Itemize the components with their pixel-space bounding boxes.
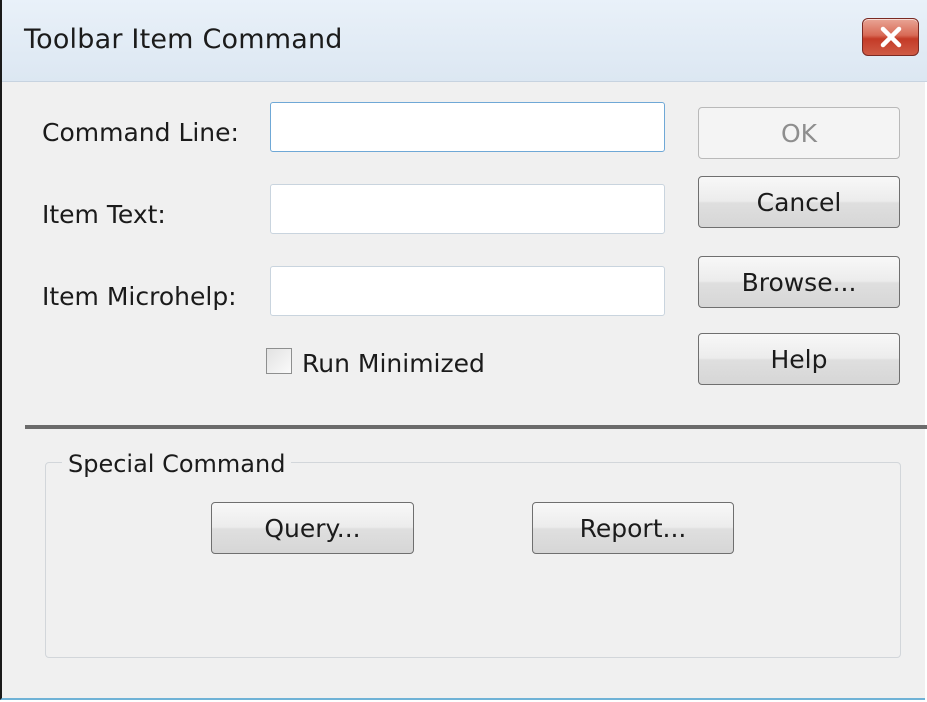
item-microhelp-input[interactable] (270, 266, 665, 316)
separator-line (25, 425, 927, 429)
report-button[interactable]: Report... (532, 502, 734, 554)
command-line-input[interactable] (270, 102, 665, 152)
item-text-label: Item Text: (42, 200, 166, 229)
title-bar[interactable]: Toolbar Item Command (2, 0, 927, 82)
close-icon (880, 26, 902, 48)
special-command-title: Special Command (62, 450, 292, 478)
query-button[interactable]: Query... (211, 502, 414, 554)
run-minimized-checkbox[interactable] (266, 348, 292, 374)
window-title: Toolbar Item Command (24, 24, 343, 55)
browse-button[interactable]: Browse... (698, 256, 900, 308)
run-minimized-label[interactable]: Run Minimized (302, 349, 485, 378)
dialog-window: Toolbar Item Command Command Line: Item … (0, 0, 927, 700)
special-command-group (45, 462, 901, 658)
item-microhelp-label: Item Microhelp: (42, 282, 237, 311)
ok-button[interactable]: OK (698, 107, 900, 159)
item-text-input[interactable] (270, 184, 665, 234)
command-line-label: Command Line: (42, 118, 239, 147)
close-button[interactable] (862, 18, 919, 56)
cancel-button[interactable]: Cancel (698, 176, 900, 228)
help-button[interactable]: Help (698, 333, 900, 385)
